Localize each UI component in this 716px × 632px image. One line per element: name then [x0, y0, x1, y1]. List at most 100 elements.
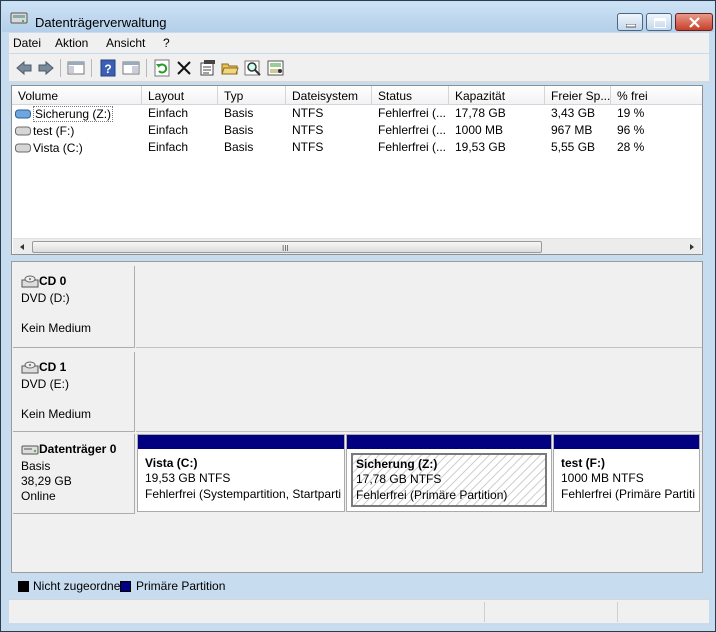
cd1-media: Kein Medium: [21, 407, 92, 421]
window-title: Datenträgerverwaltung: [35, 15, 167, 30]
kapazitaet-cell: 1000 MB: [455, 123, 504, 137]
freier-speicher-cell: 3,43 GB: [551, 106, 596, 120]
volume-row[interactable]: Vista (C:) Einfach Basis NTFS Fehlerfrei…: [12, 139, 702, 156]
layout-cell: Einfach: [148, 106, 189, 120]
column-header-typ[interactable]: Typ: [218, 86, 286, 105]
disk-label-cd1[interactable]: CD 1 DVD (E:) Kein Medium: [13, 352, 135, 432]
column-header-freier-speicher[interactable]: Freier Sp...: [545, 86, 611, 105]
title-bar[interactable]: Datenträgerverwaltung: [2, 2, 714, 32]
menu-aktion[interactable]: Aktion: [55, 36, 88, 50]
back-arrow-icon[interactable]: [15, 59, 33, 77]
volume-list: Volume Layout Typ Dateisystem Status Kap…: [11, 85, 703, 255]
disk-management-icon: [10, 12, 28, 24]
scrollbar-grip: III: [282, 244, 289, 253]
toolbar: ?: [9, 54, 709, 82]
cd0-media: Kein Medium: [21, 321, 92, 335]
toolbar-separator: [60, 59, 61, 77]
partition-name: Vista (C:): [145, 456, 198, 470]
close-icon: [689, 17, 700, 28]
partition-vista[interactable]: Vista (C:) 19,53 GB NTFS Fehlerfrei (Sys…: [137, 434, 345, 512]
volume-row[interactable]: Sicherung (Z:) Einfach Basis NTFS Fehler…: [12, 105, 702, 122]
toolbar-separator: [91, 59, 92, 77]
volume-cell: Sicherung (Z:): [15, 105, 114, 122]
rescan-disks-icon[interactable]: [267, 59, 285, 77]
status-cell: Fehlerfrei (...: [378, 106, 446, 120]
kapazitaet-cell: 19,53 GB: [455, 140, 506, 154]
prozent-frei-cell: 28 %: [617, 140, 645, 154]
column-header-layout[interactable]: Layout: [142, 86, 218, 105]
close-button[interactable]: [675, 13, 713, 31]
refresh-icon[interactable]: [153, 59, 171, 77]
disk-label-cd0[interactable]: CD 0 DVD (D:) Kein Medium: [13, 266, 135, 348]
delete-icon[interactable]: [175, 59, 193, 77]
partition-name: Sicherung (Z:): [356, 457, 438, 471]
open-folder-icon[interactable]: [221, 59, 239, 77]
column-header-prozent-frei[interactable]: % frei: [611, 86, 702, 105]
column-header-status[interactable]: Status: [372, 86, 449, 105]
volume-icon: [15, 143, 31, 152]
layout-cell: Einfach: [148, 123, 189, 137]
console-pane-icon[interactable]: [122, 59, 140, 77]
help-icon[interactable]: ?: [99, 59, 117, 77]
volume-name: Sicherung (Z:): [33, 105, 114, 122]
minimize-button[interactable]: [617, 13, 643, 31]
column-header-kapazitaet[interactable]: Kapazität: [449, 86, 545, 105]
volume-row[interactable]: test (F:) Einfach Basis NTFS Fehlerfrei …: [12, 122, 702, 139]
cd-drive-icon: [21, 275, 39, 288]
app-window: Datenträgerverwaltung Datei Aktion Ansic…: [0, 0, 716, 632]
menu-ansicht[interactable]: Ansicht: [106, 36, 145, 50]
forward-arrow-icon[interactable]: [37, 59, 55, 77]
hard-disk-icon: [21, 445, 39, 455]
volume-name: Vista (C:): [33, 140, 83, 155]
menu-help[interactable]: ?: [163, 36, 170, 50]
scroll-right-icon[interactable]: [685, 241, 699, 253]
disk-name: CD 0: [21, 274, 66, 289]
dateisystem-cell: NTFS: [292, 123, 324, 137]
typ-cell: Basis: [224, 123, 254, 137]
maximize-icon: [654, 18, 666, 28]
volume-icon: [15, 126, 31, 135]
status-pane: [484, 602, 617, 622]
disk-row-cd1: CD 1 DVD (E:) Kein Medium: [12, 348, 702, 432]
cd1-drive: DVD (E:): [21, 377, 69, 391]
disk-label-disk0[interactable]: Datenträger 0 Basis 38,29 GB Online: [13, 434, 135, 514]
scrollbar-thumb[interactable]: III: [32, 241, 542, 253]
disk0-state: Online: [21, 489, 56, 503]
search-icon[interactable]: [244, 59, 262, 77]
layout-cell: Einfach: [148, 140, 189, 154]
unallocated-swatch: [18, 581, 29, 592]
status-pane: [617, 602, 709, 622]
menu-datei[interactable]: Datei: [13, 36, 41, 50]
disk-area-cd0[interactable]: [136, 266, 702, 348]
legend-primary: Primäre Partition: [136, 579, 226, 593]
volume-cell: test (F:): [15, 122, 74, 139]
partition-sicherung[interactable]: Sicherung (Z:) 17,78 GB NTFS Fehlerfrei …: [346, 434, 552, 512]
disk-graphical-view: CD 0 DVD (D:) Kein Medium CD 1 DVD (E:) …: [11, 261, 703, 573]
status-bar: [9, 599, 709, 623]
disk0-type: Basis: [21, 459, 51, 473]
disk0-name: Datenträger 0: [39, 442, 117, 456]
prozent-frei-cell: 96 %: [617, 123, 645, 137]
disk-area-cd1[interactable]: [136, 352, 702, 432]
column-header-dateisystem[interactable]: Dateisystem: [286, 86, 372, 105]
cd1-name: CD 1: [39, 360, 67, 374]
primary-swatch: [120, 581, 131, 592]
partition-body-selected: Sicherung (Z:) 17,78 GB NTFS Fehlerfrei …: [351, 453, 547, 507]
scroll-left-icon[interactable]: [15, 241, 29, 253]
partition-body: Vista (C:) 19,53 GB NTFS Fehlerfrei (Sys…: [142, 453, 341, 507]
properties-icon[interactable]: [199, 59, 217, 77]
menu-bar: Datei Aktion Ansicht ?: [9, 33, 709, 53]
maximize-button[interactable]: [646, 13, 672, 31]
dateisystem-cell: NTFS: [292, 140, 324, 154]
show-hide-console-tree-icon[interactable]: [67, 59, 85, 77]
partition-test[interactable]: test (F:) 1000 MB NTFS Fehlerfrei (Primä…: [553, 434, 700, 512]
horizontal-scrollbar[interactable]: III: [13, 238, 701, 254]
partition-body: test (F:) 1000 MB NTFS Fehlerfrei (Primä…: [558, 453, 695, 507]
volume-icon: [15, 109, 31, 118]
column-header-volume[interactable]: Volume: [12, 86, 142, 105]
prozent-frei-cell: 19 %: [617, 106, 645, 120]
legend-unallocated: Nicht zugeordnet: [33, 579, 124, 593]
cd-drive-icon: [21, 361, 39, 374]
status-cell: Fehlerfrei (...: [378, 140, 446, 154]
partition-status: Fehlerfrei (Primäre Partition): [356, 488, 508, 502]
